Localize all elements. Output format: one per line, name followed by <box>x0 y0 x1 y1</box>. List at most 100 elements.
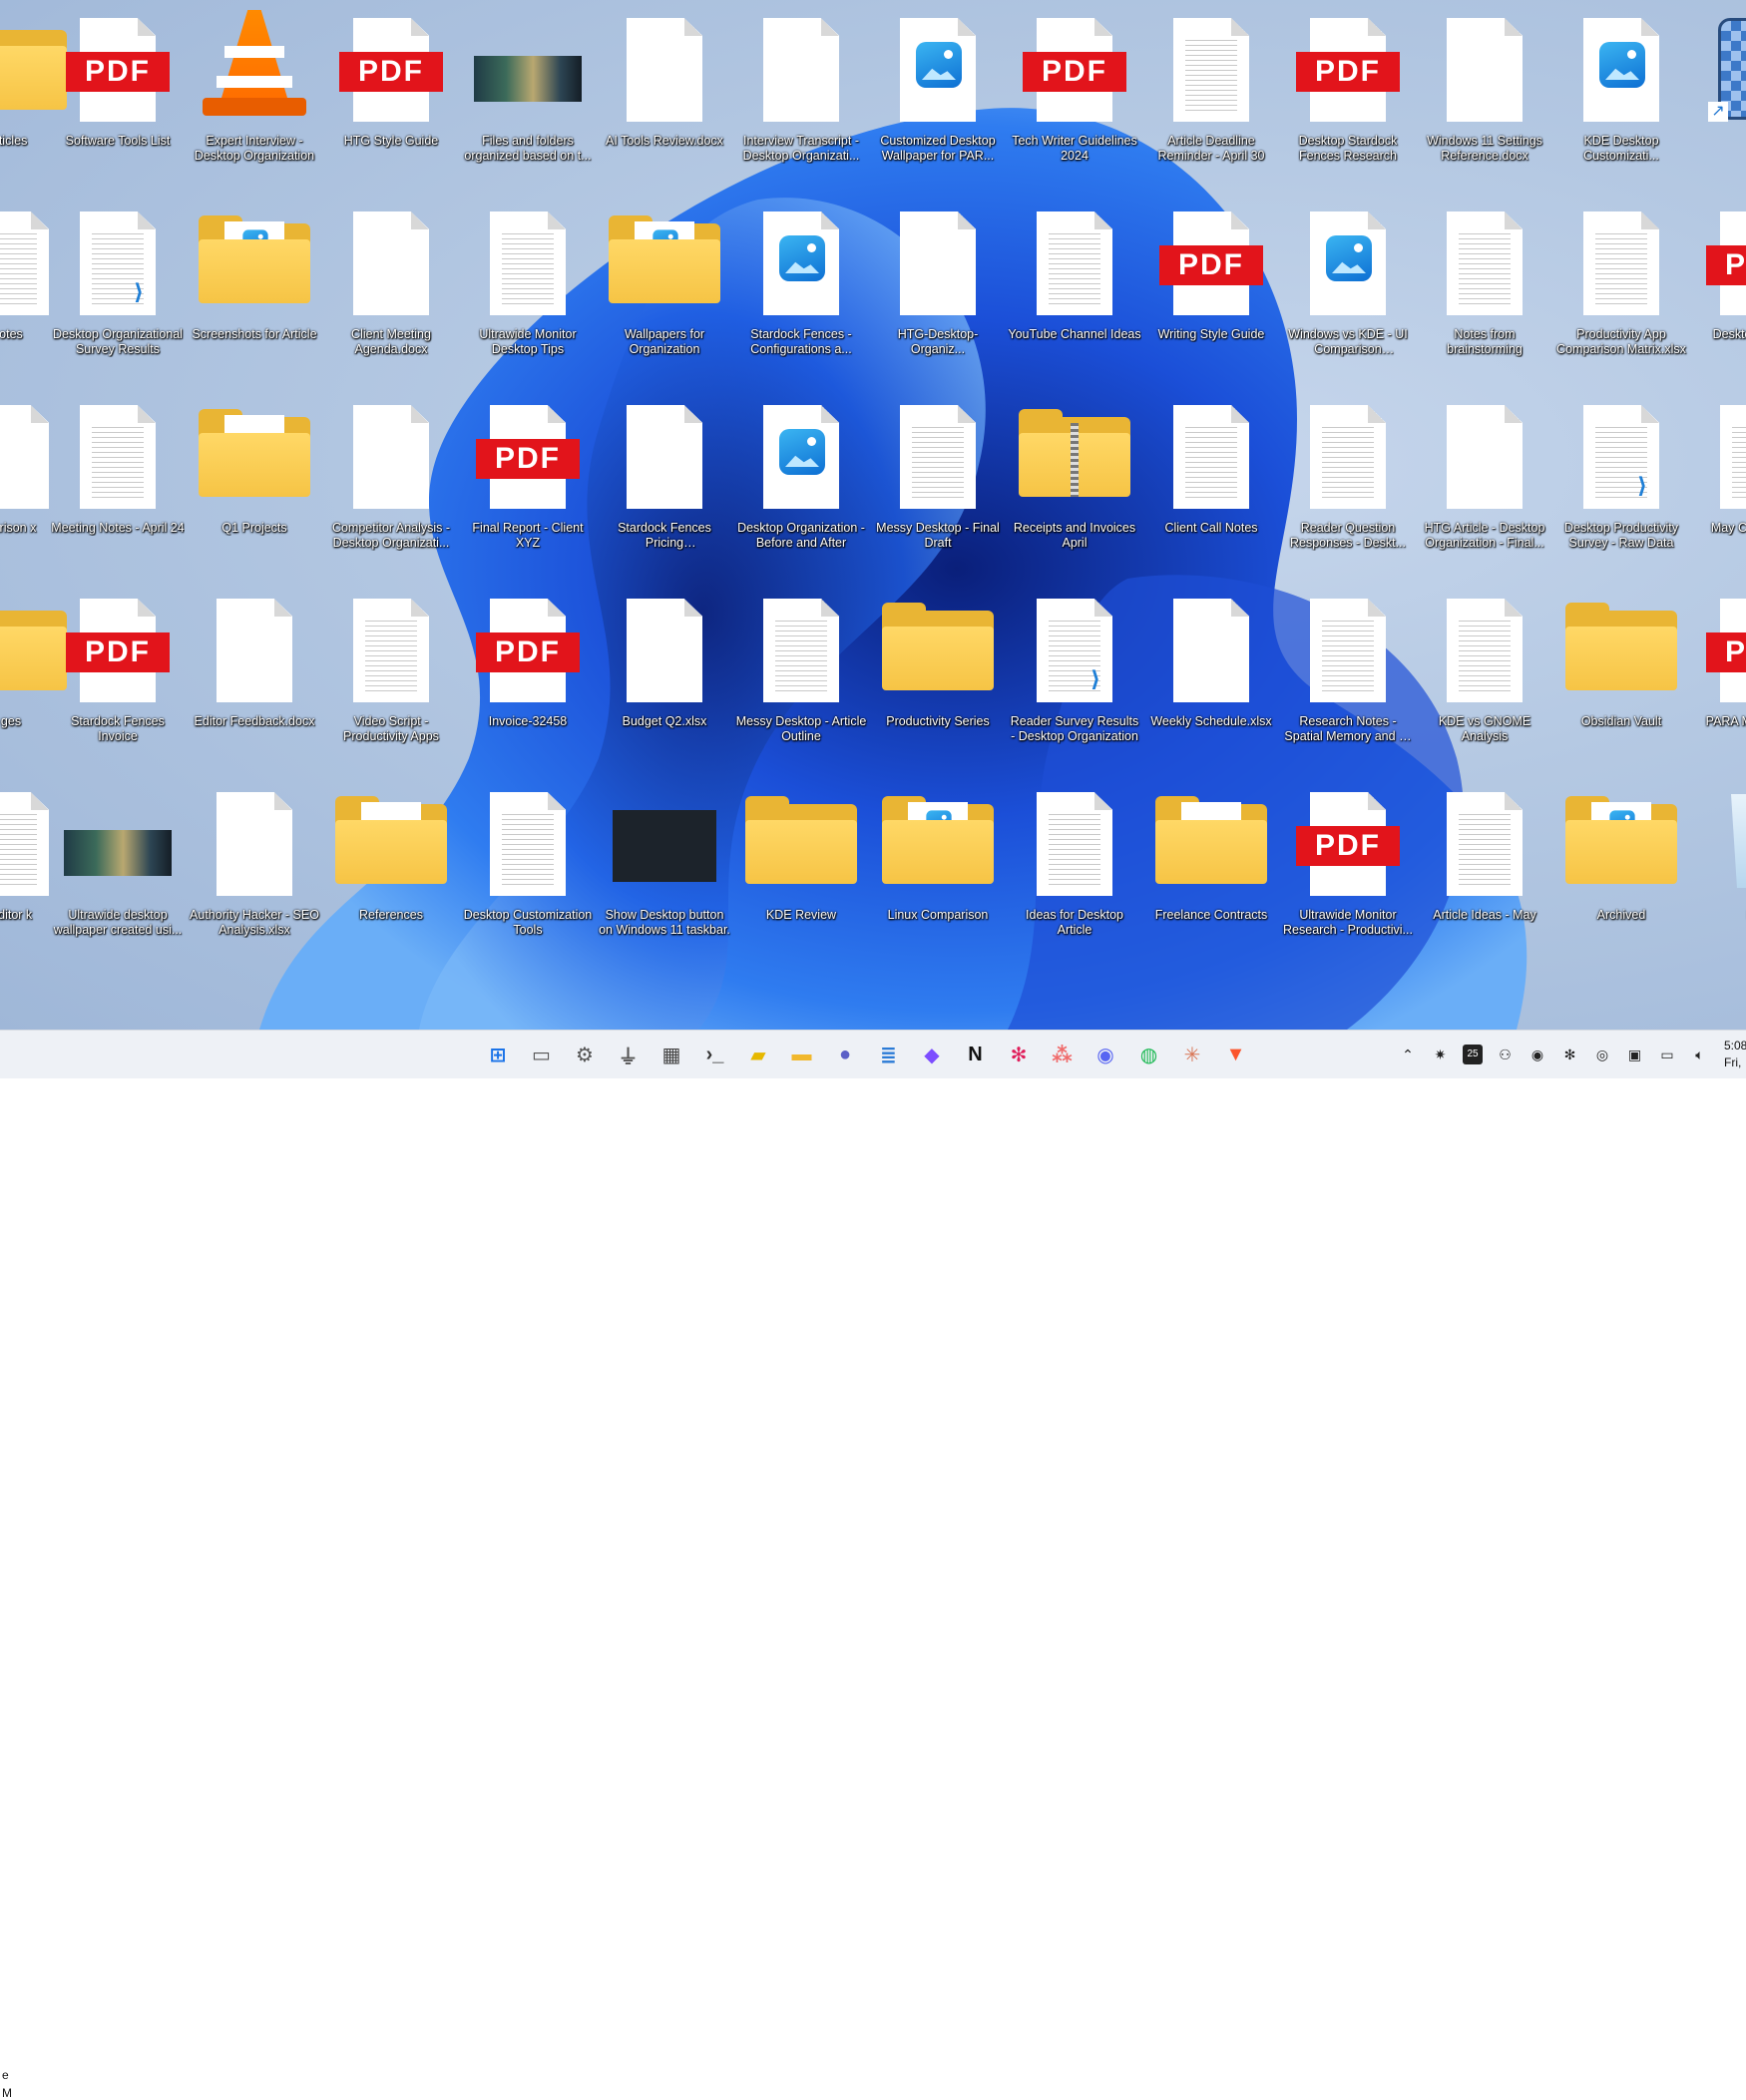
slack-tray-icon[interactable]: ✻ <box>1560 1045 1580 1064</box>
desktop-icon[interactable]: PDF Invoice-32458 <box>461 587 595 774</box>
desktop-icon[interactable]: PDF Software Tools List <box>51 6 185 194</box>
desktop-icon[interactable]: Video Script - Productivity Apps <box>324 587 458 774</box>
desktop-icon[interactable]: ↗U <box>1691 6 1746 194</box>
desktop-icon[interactable]: Article Deadline Reminder - April 30 <box>1144 6 1278 194</box>
desktop-icon[interactable]: Wallpapers for Organization <box>598 200 731 387</box>
desktop-icon[interactable]: PDF HTG Style Guide <box>324 6 458 194</box>
desktop-icon[interactable]: PDF Stardock Fences Invoice <box>51 587 185 774</box>
volume-icon[interactable]: 🔈︎ <box>1690 1045 1710 1064</box>
desktop-icon[interactable]: Expert Interview - Desktop Organization <box>188 6 321 194</box>
asana-icon[interactable]: ⁂ <box>1047 1039 1079 1070</box>
desktop-icon[interactable]: PDF Desktop Stardock Fences Research <box>1281 6 1415 194</box>
desktop-icon[interactable]: Productivity App Comparison Matrix.xlsx <box>1554 200 1688 387</box>
desktop-icon[interactable]: PDF Ultrawide Monitor Research - Producti… <box>1281 780 1415 968</box>
desktop-icon[interactable]: Reader Question Responses - Deskt... <box>1281 393 1415 581</box>
desktop-icon[interactable]: AI Tools Review.docx <box>598 6 731 194</box>
calculator-icon[interactable]: ▦ <box>655 1039 687 1070</box>
chevron-up-icon[interactable]: ⌃ <box>1398 1045 1418 1064</box>
terminal-icon[interactable]: ›_ <box>699 1039 731 1070</box>
desktop-icon[interactable]: Archived <box>1554 780 1688 968</box>
desktop-icon[interactable]: HTG Article - Desktop Organization - Fin… <box>1418 393 1551 581</box>
desktop-icon[interactable]: KDE Review <box>734 780 868 968</box>
desktop-icon[interactable]: PDF PARA Me Impleme <box>1691 587 1746 774</box>
obsidian-icon[interactable]: ◆ <box>916 1039 948 1070</box>
desktop-icon[interactable]: PDF Final Report - Client XYZ <box>461 393 595 581</box>
desktop-icon[interactable]: PDF Tech Writer Guidelines 2024 <box>1008 6 1141 194</box>
desktop-icon[interactable]: Desktop Customization Tools <box>461 780 595 968</box>
desktop-icon[interactable]: Ultrawide Monitor Desktop Tips <box>461 200 595 387</box>
desktop-icon[interactable]: KDE vs GNOME Analysis <box>1418 587 1551 774</box>
desktop-icon[interactable]: Notes from brainstorming <box>1418 200 1551 387</box>
task-view-icon[interactable]: ▭ <box>526 1039 558 1070</box>
network-icon[interactable]: ▭ <box>1657 1045 1677 1064</box>
text-document-icon <box>58 393 178 513</box>
desktop-icon[interactable]: Ideas for Desktop Article <box>1008 780 1141 968</box>
calendar-25-icon[interactable]: 25 <box>1463 1045 1483 1064</box>
desktop-icon[interactable]: Meeting Notes - April 24 <box>51 393 185 581</box>
desktop-icon[interactable]: Messy Desktop - Article Outline <box>734 587 868 774</box>
notepad-icon[interactable]: ≣ <box>873 1039 905 1070</box>
desktop-icon[interactable]: ⟩ Desktop Productivity Survey - Raw Data <box>1554 393 1688 581</box>
desktop-icon[interactable]: Editor Feedback.docx <box>188 587 321 774</box>
desktop-icon[interactable]: HTG-Desktop-Organiz... <box>871 200 1005 387</box>
desktop-icon[interactable]: Windows vs KDE - UI Comparison Screensho… <box>1281 200 1415 387</box>
sticky-notes-icon[interactable]: ▰ <box>742 1039 774 1070</box>
settings-icon[interactable]: ⚙ <box>569 1039 601 1070</box>
desktop-icon[interactable]: May Cont Tech A <box>1691 393 1746 581</box>
sd-icon[interactable]: ▣ <box>1625 1045 1645 1064</box>
claude-icon[interactable]: ✳ <box>1176 1039 1208 1070</box>
desktop-icon[interactable]: KDE Desktop Customizati... <box>1554 6 1688 194</box>
brave-icon[interactable]: ▼ <box>1220 1039 1252 1070</box>
slack-icon[interactable]: ✻ <box>1003 1039 1035 1070</box>
desktop-icon[interactable]: Receipts and Invoices April <box>1008 393 1141 581</box>
desktop-icon[interactable]: PDF Desktop Tools C <box>1691 200 1746 387</box>
desktop-icon[interactable]: Messy Desktop - Final Draft <box>871 393 1005 581</box>
file-explorer-icon[interactable]: ▬ <box>786 1039 818 1070</box>
people-icon[interactable]: ⚇ <box>1496 1045 1516 1064</box>
desktop-icon[interactable]: References <box>324 780 458 968</box>
desktop-icon[interactable]: Stardock Fences Pricing Comparison.xlsx <box>598 393 731 581</box>
start-icon[interactable]: ⊞ <box>482 1039 514 1070</box>
desktop-icon[interactable]: YouTube Channel Ideas <box>1008 200 1141 387</box>
desktop-icon[interactable]: Customized Desktop Wallpaper for PAR... <box>871 6 1005 194</box>
desktop-icon[interactable]: PDF Writing Style Guide <box>1144 200 1278 387</box>
desktop-icon[interactable]: Files and folders organized based on t..… <box>461 6 595 194</box>
desktop-icon[interactable]: Article Ideas - May <box>1418 780 1551 968</box>
desktop-icon[interactable]: Q1 Projects <box>188 393 321 581</box>
ai-icon[interactable]: ✷ <box>1431 1045 1451 1064</box>
desktop-icon[interactable]: Screenshots for Article <box>188 200 321 387</box>
desktop-icon[interactable]: Competitor Analysis - Desktop Organizati… <box>324 393 458 581</box>
desktop-icon[interactable]: Show Desktop button on Windows 11 taskba… <box>598 780 731 968</box>
desktop-icon-label: Desktop Productivity Survey - Raw Data <box>1564 521 1678 550</box>
desktop-icon[interactable]: Desktop Organization - Before and After <box>734 393 868 581</box>
discord-tray-icon[interactable]: ◉ <box>1528 1045 1547 1064</box>
desktop-icon[interactable]: Budget Q2.xlsx <box>598 587 731 774</box>
desktop-icon[interactable]: Linux Comparison <box>871 780 1005 968</box>
desktop-icon[interactable]: Freelance Contracts <box>1144 780 1278 968</box>
spotify-icon[interactable]: ◍ <box>1133 1039 1165 1070</box>
desktop-icon[interactable]: ⟩ Desktop Organizational Survey Results <box>51 200 185 387</box>
desktop-icon[interactable]: ⟩ Reader Survey Results - Desktop Organiz… <box>1008 587 1141 774</box>
chat-tray-icon[interactable]: ◎ <box>1592 1045 1612 1064</box>
desktop-icon[interactable]: Stardock Fences - Configurations a... <box>734 200 868 387</box>
desktop-icon[interactable]: Productivity Series <box>871 587 1005 774</box>
desktop-icon[interactable]: Interview Transcript - Desktop Organizat… <box>734 6 868 194</box>
desktop-icon[interactable]: Obsidian Vault <box>1554 587 1688 774</box>
desktop-icon[interactable]: Windows 11 Settings Reference.docx <box>1418 6 1551 194</box>
desktop-icon[interactable]: Ultrawide desktop wallpaper created usi.… <box>51 780 185 968</box>
usb-icon[interactable]: ⏚ <box>613 1039 645 1070</box>
teams-icon[interactable]: ● <box>829 1039 861 1070</box>
desktop-icon[interactable]: Rec <box>1691 780 1746 968</box>
desktop-icon[interactable]: Authority Hacker - SEO Analysis.xlsx <box>188 780 321 968</box>
desktop-icon[interactable]: Weekly Schedule.xlsx <box>1144 587 1278 774</box>
clock-time[interactable]: 5:08 <box>1724 1039 1746 1052</box>
desktop-icon[interactable]: Client Call Notes <box>1144 393 1278 581</box>
discord-icon[interactable]: ◉ <box>1090 1039 1121 1070</box>
desktop-icon[interactable]: Client Meeting Agenda.docx <box>324 200 458 387</box>
desktop[interactable]: rticlesPDFSoftware Tools ListExpert Inte… <box>0 0 1746 1030</box>
text-document-icon <box>1288 393 1408 513</box>
desktop-icon[interactable]: Research Notes - Spatial Memory and UI D… <box>1281 587 1415 774</box>
pdf-icon: PDF <box>468 393 588 513</box>
notion-icon[interactable]: N <box>960 1039 992 1070</box>
clock-date[interactable]: Fri, <box>1724 1055 1741 1069</box>
